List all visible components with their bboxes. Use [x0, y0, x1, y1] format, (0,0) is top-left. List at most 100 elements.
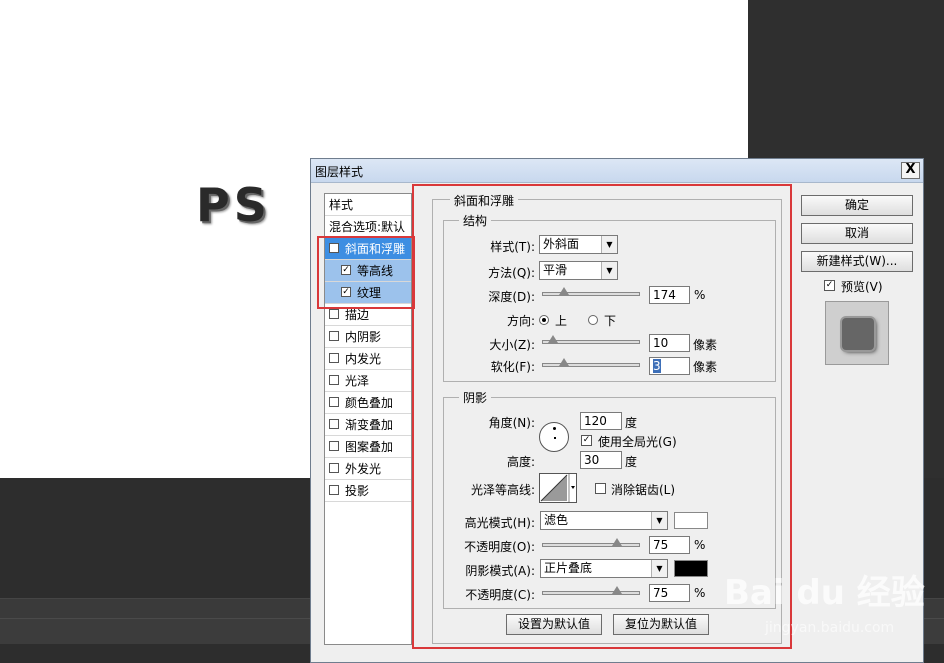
- shadow-opacity-input[interactable]: 75: [649, 584, 690, 602]
- style-list-item[interactable]: 内发光: [325, 348, 411, 370]
- style-item-label: 光泽: [345, 374, 370, 388]
- style-item-checkbox[interactable]: [329, 331, 339, 341]
- soften-label: 软化(F):: [490, 360, 535, 374]
- highlight-box-effects: [317, 236, 415, 309]
- bevel-style-value: 外斜面: [543, 237, 580, 251]
- chevron-down-icon: ▼: [651, 512, 667, 529]
- style-list-item[interactable]: 光泽: [325, 370, 411, 392]
- chevron-down-icon: ▼: [651, 560, 667, 577]
- style-item-label: 颜色叠加: [345, 396, 394, 410]
- style-item-checkbox[interactable]: [329, 375, 339, 385]
- size-input[interactable]: 10: [649, 334, 690, 352]
- soften-unit: 像素: [693, 360, 718, 374]
- depth-slider-thumb[interactable]: [558, 287, 569, 295]
- shadow-opacity-slider[interactable]: [542, 586, 640, 595]
- style-preview-thumbnail: [825, 301, 889, 365]
- altitude-label: 高度:: [506, 455, 535, 469]
- highlight-opacity-slider[interactable]: [542, 538, 640, 547]
- technique-label: 方法(Q):: [488, 266, 535, 280]
- preview-checkbox[interactable]: ✓: [824, 280, 835, 291]
- global-light-label: 使用全局光(G): [598, 435, 677, 449]
- bevel-emboss-title: 斜面和浮雕: [450, 192, 519, 209]
- style-item-label: 混合选项:默认: [329, 220, 406, 234]
- direction-down-radio[interactable]: [588, 315, 598, 325]
- technique-value: 平滑: [543, 263, 568, 277]
- technique-select[interactable]: 平滑 ▼: [539, 261, 618, 280]
- depth-input[interactable]: 174: [649, 286, 690, 304]
- watermark-url: jingyan.baidu.com: [765, 620, 895, 636]
- highlight-opacity-thumb[interactable]: [612, 538, 622, 546]
- shadow-mode-select[interactable]: 正片叠底 ▼: [540, 559, 668, 578]
- style-item-label: 渐变叠加: [345, 418, 394, 432]
- direction-down-label: 下: [604, 314, 617, 328]
- angle-dial[interactable]: [539, 422, 569, 452]
- new-style-button[interactable]: 新建样式(W)...: [801, 251, 913, 272]
- global-light-checkbox[interactable]: ✓: [581, 435, 592, 446]
- style-item-checkbox[interactable]: [329, 397, 339, 407]
- reset-default-button[interactable]: 复位为默认值: [613, 614, 709, 635]
- style-list-item[interactable]: 图案叠加: [325, 436, 411, 458]
- style-list-item[interactable]: 颜色叠加: [325, 392, 411, 414]
- altitude-input[interactable]: 30: [580, 451, 622, 469]
- highlight-mode-select[interactable]: 滤色 ▼: [540, 511, 668, 530]
- depth-unit: %: [694, 288, 706, 302]
- style-item-checkbox[interactable]: [329, 309, 339, 319]
- highlight-opacity-unit: %: [694, 538, 706, 552]
- gloss-contour-label: 光泽等高线:: [470, 483, 535, 497]
- size-slider[interactable]: [542, 335, 640, 344]
- style-item-checkbox[interactable]: [329, 419, 339, 429]
- cancel-button[interactable]: 取消: [801, 223, 913, 244]
- shadow-color-swatch[interactable]: [674, 560, 708, 577]
- style-item-checkbox[interactable]: [329, 485, 339, 495]
- style-item-checkbox[interactable]: [329, 353, 339, 363]
- depth-slider[interactable]: [542, 287, 640, 296]
- chevron-down-icon: ▼: [601, 262, 617, 279]
- angle-label: 角度(N):: [488, 416, 535, 430]
- style-list-item[interactable]: 外发光: [325, 458, 411, 480]
- chevron-down-icon: ▼: [601, 236, 617, 253]
- shadow-mode-label: 阴影模式(A):: [465, 564, 535, 578]
- antialias-label: 消除锯齿(L): [611, 483, 676, 497]
- style-item-label: 内发光: [345, 352, 382, 366]
- document-text: PS: [196, 178, 271, 232]
- ok-button[interactable]: 确定: [801, 195, 913, 216]
- style-list-item[interactable]: 样式: [325, 194, 411, 216]
- soften-input[interactable]: 3: [649, 357, 690, 375]
- close-button[interactable]: X: [901, 162, 920, 179]
- style-item-label: 样式: [329, 198, 354, 212]
- soften-slider[interactable]: [542, 358, 640, 367]
- highlight-opacity-input[interactable]: 75: [649, 536, 690, 554]
- style-list-item[interactable]: 渐变叠加: [325, 414, 411, 436]
- highlight-opacity-label: 不透明度(O):: [464, 540, 535, 554]
- highlight-mode-label: 高光模式(H):: [464, 516, 535, 530]
- soften-value: 3: [653, 359, 661, 373]
- dialog-titlebar[interactable]: 图层样式 X: [311, 159, 923, 183]
- watermark-logo: Bai du 经验: [724, 573, 925, 613]
- angle-unit: 度: [625, 416, 638, 430]
- style-item-label: 图案叠加: [345, 440, 394, 454]
- size-unit: 像素: [693, 338, 718, 352]
- style-list-item[interactable]: 内阴影: [325, 326, 411, 348]
- style-list-item[interactable]: 混合选项:默认: [325, 216, 411, 238]
- shadow-mode-value: 正片叠底: [544, 561, 593, 575]
- gloss-contour-picker[interactable]: [539, 473, 577, 503]
- shadow-opacity-label: 不透明度(C):: [465, 588, 535, 602]
- shadow-opacity-thumb[interactable]: [612, 586, 622, 594]
- make-default-button[interactable]: 设置为默认值: [506, 614, 602, 635]
- antialias-checkbox[interactable]: [595, 483, 606, 494]
- depth-label: 深度(D):: [488, 290, 535, 304]
- angle-input[interactable]: 120: [580, 412, 622, 430]
- size-slider-thumb[interactable]: [547, 335, 558, 343]
- style-list-item[interactable]: 投影: [325, 480, 411, 502]
- bevel-style-select[interactable]: 外斜面 ▼: [539, 235, 618, 254]
- highlight-color-swatch[interactable]: [674, 512, 708, 529]
- style-item-label: 内阴影: [345, 330, 382, 344]
- shadow-opacity-unit: %: [694, 586, 706, 600]
- soften-slider-thumb[interactable]: [558, 358, 569, 366]
- altitude-unit: 度: [625, 455, 638, 469]
- direction-up-radio[interactable]: [539, 315, 549, 325]
- style-item-checkbox[interactable]: [329, 463, 339, 473]
- shading-title: 阴影: [459, 389, 492, 406]
- style-label: 样式(T):: [490, 240, 535, 254]
- style-item-checkbox[interactable]: [329, 441, 339, 451]
